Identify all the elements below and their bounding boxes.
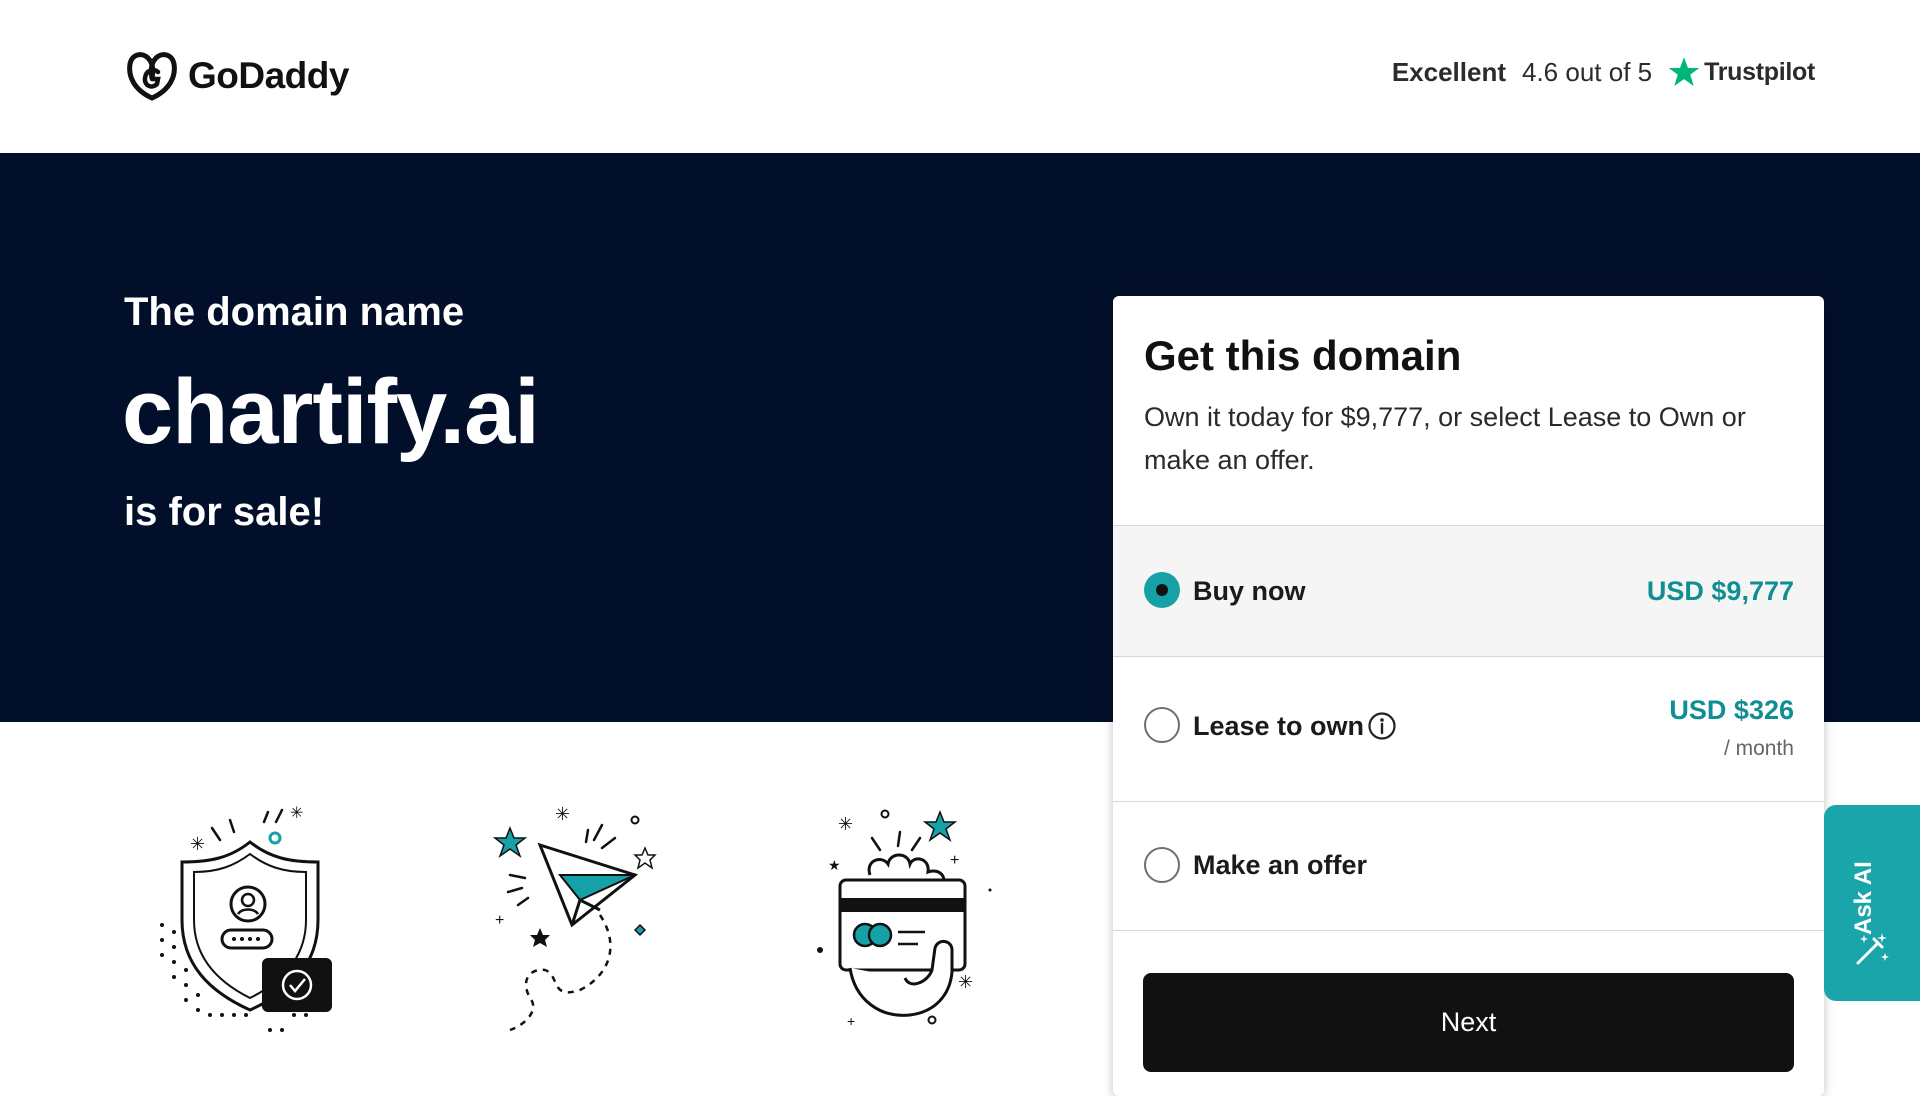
godaddy-logo[interactable]: GoDaddy xyxy=(124,50,349,102)
buy-now-radio[interactable] xyxy=(1144,572,1180,608)
svg-text:✳: ✳ xyxy=(190,834,205,854)
logo-text: GoDaddy xyxy=(188,55,349,96)
svg-text:+: + xyxy=(950,852,959,869)
trustpilot-star-icon xyxy=(1668,57,1700,86)
trust-rating-word: Excellent xyxy=(1391,56,1506,87)
svg-text:✳: ✳ xyxy=(555,804,570,824)
buy-now-label: Buy now xyxy=(1193,576,1306,606)
svg-text:✳: ✳ xyxy=(838,814,853,834)
svg-text:+: + xyxy=(847,1013,855,1029)
make-offer-label: Make an offer xyxy=(1193,850,1368,880)
info-icon[interactable] xyxy=(1367,711,1397,741)
trustpilot-rating[interactable]: Excellent 4.6 out of 5 Trustpilot xyxy=(1392,56,1815,88)
svg-text:+: + xyxy=(495,912,504,929)
trustpilot-brand: Trustpilot xyxy=(1704,57,1815,86)
hero-pretitle: The domain name xyxy=(124,290,465,334)
site-header: GoDaddy Excellent 4.6 out of 5 Trustpilo… xyxy=(0,0,1920,153)
lease-period: / month xyxy=(1723,737,1794,760)
svg-text:★: ★ xyxy=(828,857,841,873)
card-title: Get this domain xyxy=(1144,332,1462,379)
card-subtitle: Own it today for $9,777, or select Lease… xyxy=(1144,402,1746,475)
get-domain-card: Get this domain Own it today for $9,777,… xyxy=(1113,296,1824,1096)
next-button[interactable]: Next xyxy=(1143,973,1794,1072)
godaddy-logo-icon xyxy=(127,52,177,101)
make-offer-radio[interactable] xyxy=(1144,847,1180,883)
lease-to-own-radio[interactable] xyxy=(1144,707,1180,743)
ask-ai-label: Ask AI xyxy=(1850,861,1877,935)
magic-wand-icon xyxy=(1856,933,1889,965)
ask-ai-button[interactable]: Ask AI xyxy=(1824,805,1920,1001)
paper-plane-illustration-icon: ✳ + xyxy=(492,804,657,1032)
domain-name-title: chartify.ai xyxy=(122,361,540,463)
svg-text:✳: ✳ xyxy=(290,805,303,822)
credit-card-illustration-icon: ✳ ✳ ★ + + xyxy=(817,809,992,1029)
svg-text:✳: ✳ xyxy=(958,972,973,992)
trust-score: 4.6 out of 5 xyxy=(1522,56,1653,87)
option-lease-to-own[interactable]: Lease to own USD $326 / month xyxy=(1113,656,1824,801)
buy-now-price: USD $9,777 xyxy=(1646,576,1794,606)
shield-illustration-icon: ✳✳ xyxy=(160,805,332,1032)
hero-posttitle: is for sale! xyxy=(124,490,325,534)
lease-price: USD $326 xyxy=(1669,695,1794,725)
lease-to-own-label: Lease to own xyxy=(1193,711,1365,741)
option-make-offer[interactable]: Make an offer xyxy=(1113,801,1824,931)
option-buy-now[interactable]: Buy now USD $9,777 xyxy=(1113,525,1824,656)
